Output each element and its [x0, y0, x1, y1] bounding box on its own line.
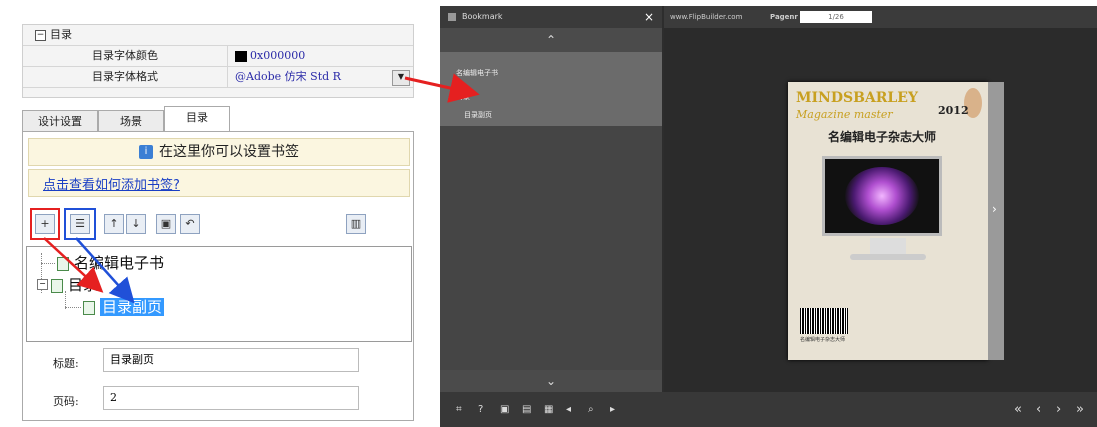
thumbnails-icon[interactable]: ▦	[544, 392, 553, 427]
bookmark-panel: Bookmark × ⌃ 名编辑电子书 目录 目录副页 ⌄	[440, 6, 662, 392]
hint-text: 在这里你可以设置书签	[159, 144, 299, 160]
scroll-down-icon[interactable]: ⌄	[440, 370, 662, 392]
property-value: 0x000000	[250, 49, 306, 62]
flipbook-viewer: Bookmark × ⌃ 名编辑电子书 目录 目录副页 ⌄ www.FlipBu…	[440, 6, 1097, 427]
last-page-icon[interactable]: »	[1076, 392, 1084, 427]
help-icon[interactable]: ?	[478, 392, 483, 427]
toc-tab-body: i 在这里你可以设置书签 点击查看如何添加书签? + ☰ ↑ ↓ ▣ ↶ ▥ − …	[22, 131, 414, 421]
monitor-stand	[870, 238, 906, 254]
book-area: www.FlipBuilder.com Pagenr 1/26 MINDSBAR…	[664, 6, 1097, 392]
scroll-up-icon[interactable]: ⌃	[440, 28, 662, 52]
page-icon	[83, 300, 95, 315]
next-page-strip[interactable]: ›	[988, 82, 1004, 360]
next-page-icon[interactable]: ›	[992, 202, 997, 216]
property-name: 目录字体颜色	[23, 46, 228, 66]
zoom-icon[interactable]: ⌕	[588, 392, 594, 427]
bookmark-item[interactable]: 名编辑电子书	[456, 68, 498, 78]
cover-year: 2012	[938, 104, 969, 117]
collapse-node-icon[interactable]: −	[37, 279, 48, 290]
next-page-button-icon[interactable]: ›	[1056, 392, 1061, 427]
move-down-icon[interactable]: ↓	[126, 214, 146, 234]
title-input[interactable]: 目录副页	[103, 348, 359, 372]
toc-tree: − 名编辑电子书 目录 目录副页	[26, 246, 412, 342]
settings-panel: − 目录 目录字体颜色 0x000000 目录字体格式 @Adobe 仿宋 Std…	[0, 0, 428, 427]
nebula-image	[845, 167, 919, 225]
site-label[interactable]: www.FlipBuilder.com	[670, 6, 742, 28]
save-icon[interactable]: ▣	[156, 214, 176, 234]
page-nr-label: Pagenr	[770, 13, 798, 21]
hint-box: i 在这里你可以设置书签	[28, 138, 410, 166]
page-label: 页码:	[53, 395, 79, 408]
cover-subtitle: Magazine master	[796, 108, 893, 121]
page-number-input[interactable]: 1/26	[800, 11, 872, 23]
bookmark-item[interactable]: 目录副页	[464, 110, 492, 120]
page-icon	[57, 256, 69, 271]
property-group-row[interactable]: − 目录	[23, 25, 413, 46]
bookmark-icon	[448, 13, 456, 21]
viewer-bottombar: ⌗ ? ▣ ▤ ▦ ◂ ⌕ ▸ « ‹ › »	[440, 392, 1097, 427]
property-group-label: 目录	[50, 28, 72, 41]
tree-node[interactable]: 目录	[51, 275, 98, 295]
color-swatch[interactable]	[235, 50, 247, 62]
share-icon[interactable]: ▤	[522, 392, 531, 427]
property-grid: − 目录 目录字体颜色 0x000000 目录字体格式 @Adobe 仿宋 Std…	[22, 24, 414, 98]
cover-chinese-title: 名编辑电子杂志大师	[828, 130, 937, 144]
help-link[interactable]: 点击查看如何添加书签?	[43, 174, 180, 193]
print-icon[interactable]: ▣	[500, 392, 509, 427]
tab-toc[interactable]: 目录	[164, 106, 230, 133]
cover-title: MINDSBARLEY	[796, 90, 918, 106]
autoplay-icon[interactable]: ▸	[610, 392, 615, 427]
property-row-font-color[interactable]: 目录字体颜色 0x000000	[23, 46, 413, 67]
property-row-font-format[interactable]: 目录字体格式 @Adobe 仿宋 Std R ▼	[23, 67, 413, 88]
bookmark-header: Bookmark ×	[440, 6, 662, 28]
bookmark-list: 名编辑电子书 目录 目录副页	[440, 52, 662, 126]
bookmark-item[interactable]: 目录	[456, 92, 470, 102]
info-icon: i	[139, 145, 153, 159]
fullscreen-icon[interactable]: ⌗	[456, 392, 462, 427]
undo-icon[interactable]: ↶	[180, 214, 200, 234]
bookmark-title: Bookmark	[462, 12, 503, 21]
close-icon[interactable]: ×	[644, 6, 654, 28]
tree-node-selected[interactable]: 目录副页	[83, 297, 165, 317]
page-icon	[51, 278, 63, 293]
monitor-image	[822, 156, 942, 236]
viewer-topbar: www.FlipBuilder.com Pagenr 1/26	[664, 6, 1097, 28]
monitor-base	[850, 254, 926, 260]
tab-scene[interactable]: 场景	[98, 110, 164, 132]
move-up-icon[interactable]: ↑	[104, 214, 124, 234]
page-input[interactable]: 2	[103, 386, 359, 410]
collapse-icon[interactable]: −	[35, 29, 46, 41]
barcode-image	[800, 308, 848, 334]
title-label: 标题:	[53, 357, 79, 370]
book-cover[interactable]: MINDSBARLEY Magazine master 2012 名编辑电子杂志…	[788, 82, 988, 360]
tab-design-settings[interactable]: 设计设置	[22, 110, 98, 132]
prev-page-icon[interactable]: ‹	[1036, 392, 1041, 427]
add-icon[interactable]: +	[35, 214, 55, 234]
add-sub-icon[interactable]: ☰	[70, 214, 90, 234]
help-link-box: 点击查看如何添加书签?	[28, 169, 410, 197]
cover-footer: 名编辑电子杂志大师	[800, 337, 846, 343]
tab-bar: 设计设置 场景 目录	[22, 106, 414, 133]
sound-icon[interactable]: ◂	[566, 392, 571, 427]
dropdown-arrow-icon[interactable]: ▼	[392, 70, 410, 86]
first-page-icon[interactable]: «	[1014, 392, 1022, 427]
property-name: 目录字体格式	[23, 67, 228, 87]
tree-node[interactable]: 名编辑电子书	[57, 253, 164, 273]
delete-icon[interactable]: ▥	[346, 214, 366, 234]
property-value: @Adobe 仿宋 Std R	[235, 70, 341, 83]
toc-toolbar: + ☰ ↑ ↓ ▣ ↶ ▥	[28, 206, 408, 240]
